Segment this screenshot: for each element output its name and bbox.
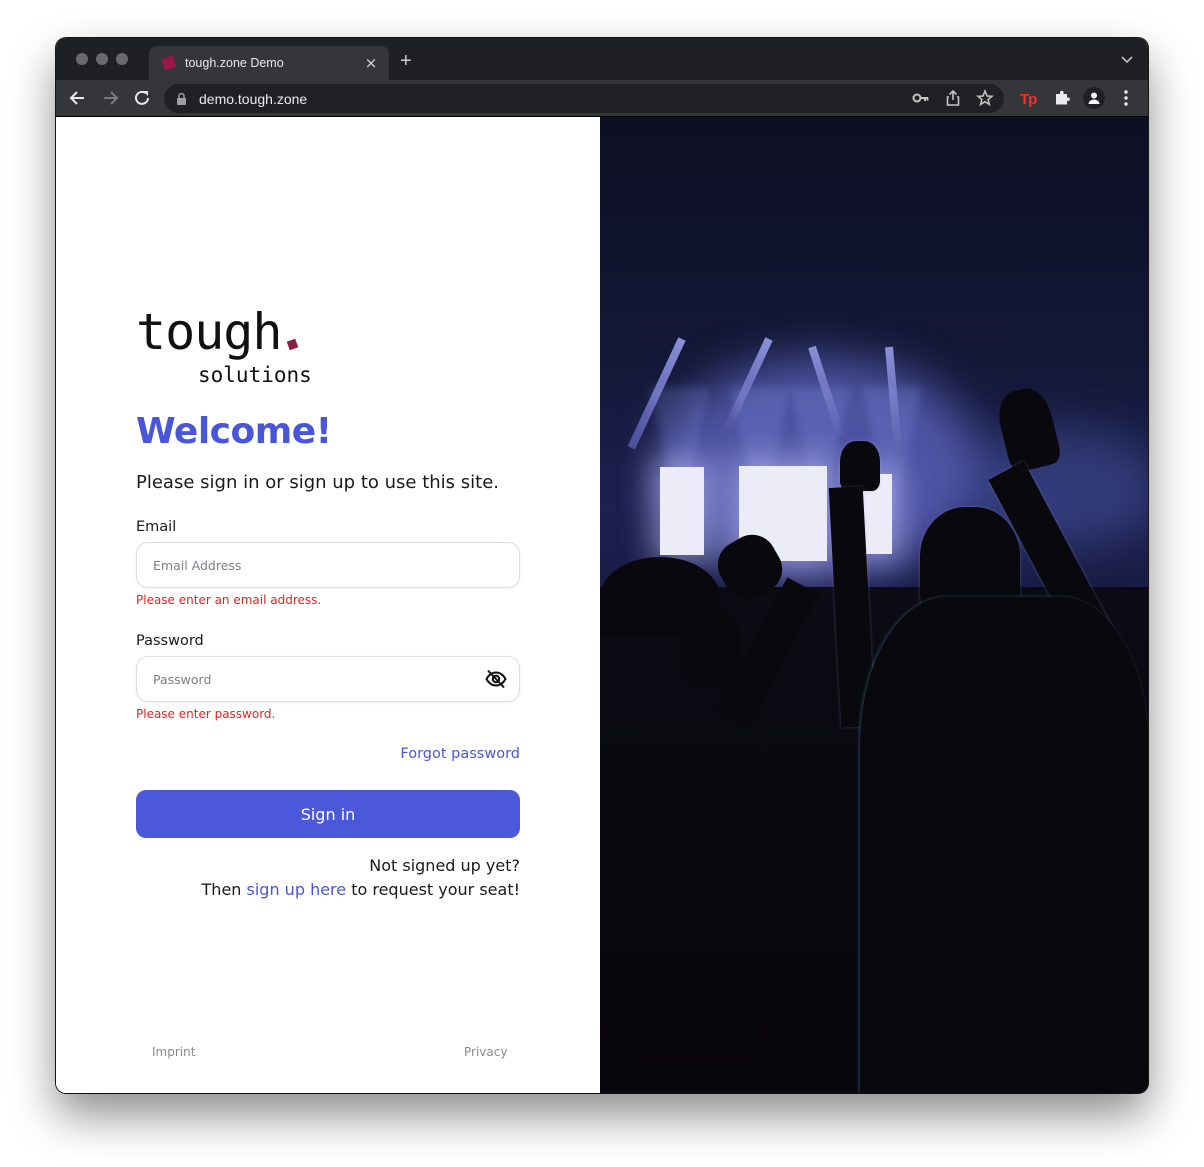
sign-up-link[interactable]: sign up here (247, 880, 347, 899)
new-tab-button[interactable]: + (400, 50, 412, 73)
logo-dot-icon (286, 338, 298, 351)
puzzle-extensions-icon[interactable] (1052, 88, 1072, 108)
email-error: Please enter an email address. (136, 593, 322, 607)
page-content: tough solutions Welcome! Please sign in … (56, 117, 1148, 1093)
stage-screen-left (660, 467, 704, 555)
url-text: demo.tough.zone (199, 90, 308, 107)
imprint-link[interactable]: Imprint (152, 1045, 195, 1059)
password-input[interactable] (136, 656, 520, 702)
window-controls (76, 53, 128, 65)
address-bar[interactable]: demo.tough.zone (164, 84, 1004, 113)
tab-strip: tough.zone Demo × + (56, 38, 1148, 80)
logo-main-text: tough (136, 303, 283, 361)
close-window-button[interactable] (76, 53, 88, 65)
reload-icon[interactable] (132, 88, 152, 108)
profile-avatar-icon[interactable] (1083, 87, 1105, 109)
browser-toolbar: demo.tough.zone Tp (56, 80, 1148, 117)
tab-title: tough.zone Demo (185, 56, 284, 70)
tab-close-icon[interactable]: × (363, 54, 379, 72)
browser-tab[interactable]: tough.zone Demo × (149, 46, 389, 80)
tp-extension-icon[interactable]: Tp (1020, 89, 1040, 109)
share-icon[interactable] (944, 89, 962, 107)
welcome-heading: Welcome! (136, 411, 332, 452)
browser-window: tough.zone Demo × + demo.tough.zone Tp t… (56, 38, 1148, 1093)
concert-hero-image (600, 117, 1148, 1093)
star-icon[interactable] (976, 89, 994, 107)
minimize-window-button[interactable] (96, 53, 108, 65)
login-panel: tough solutions Welcome! Please sign in … (56, 117, 600, 1093)
signup-prefix: Then (201, 880, 247, 899)
signup-line1: Not signed up yet? (369, 856, 520, 875)
forward-arrow-icon[interactable] (100, 88, 120, 108)
eye-off-icon[interactable] (484, 667, 508, 691)
email-input[interactable] (136, 542, 520, 588)
favicon-icon (161, 55, 177, 71)
chevron-down-icon[interactable] (1120, 52, 1134, 66)
tough-solutions-logo: tough solutions (136, 307, 312, 387)
maximize-window-button[interactable] (116, 53, 128, 65)
password-error: Please enter password. (136, 707, 276, 721)
signup-line2: Then sign up here to request your seat! (202, 878, 520, 902)
password-label: Password (136, 633, 204, 649)
privacy-link[interactable]: Privacy (464, 1045, 507, 1059)
sign-in-button[interactable]: Sign in (136, 790, 520, 838)
email-label: Email (136, 519, 177, 535)
signup-prompt: Not signed up yet? Then sign up here to … (202, 854, 520, 902)
lock-icon (177, 92, 186, 105)
logo-sub-text: solutions (198, 363, 312, 387)
extension-label: Tp (1020, 91, 1037, 108)
welcome-subtitle: Please sign in or sign up to use this si… (136, 472, 499, 493)
forgot-password-link[interactable]: Forgot password (400, 746, 520, 762)
signup-suffix: to request your seat! (346, 880, 520, 899)
more-menu-icon[interactable] (1116, 88, 1136, 108)
key-icon[interactable] (912, 89, 930, 107)
back-arrow-icon[interactable] (68, 88, 88, 108)
